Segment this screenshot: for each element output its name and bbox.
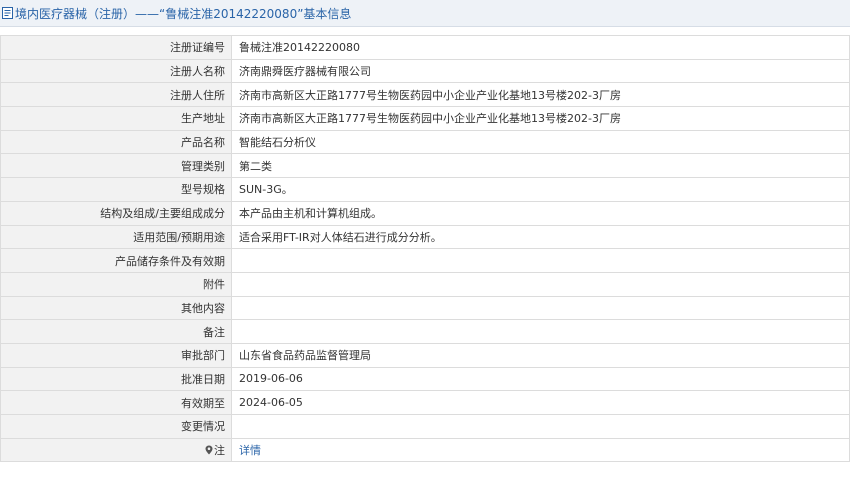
row-label: 变更情况 <box>0 414 232 439</box>
row-label: 备注 <box>0 319 232 344</box>
row-label: 批准日期 <box>0 366 232 392</box>
table-row: 注册人住所 济南市高新区大正路1777号生物医药园中小企业产业化基地13号楼202… <box>0 82 850 108</box>
row-label: 生产地址 <box>0 106 232 131</box>
note-label: 注 <box>214 444 225 458</box>
row-value: 适合采用FT-IR对人体结石进行成分分析。 <box>231 224 850 250</box>
note-row: 注 详情 <box>0 437 850 463</box>
row-label: 型号规格 <box>0 177 232 202</box>
row-label: 审批部门 <box>0 342 232 368</box>
page-title: 境内医疗器械（注册）——“鲁械注准20142220080”基本信息 <box>15 6 352 21</box>
row-value: 2019-06-06 <box>231 366 850 392</box>
row-value: 2024-06-05 <box>231 390 850 415</box>
table-row: 型号规格 SUN-3G。 <box>0 177 850 202</box>
table-row: 备注 <box>0 319 850 344</box>
row-label: 产品名称 <box>0 129 232 155</box>
row-value: SUN-3G。 <box>231 177 850 202</box>
row-value: 山东省食品药品监督管理局 <box>231 342 850 368</box>
table-row: 变更情况 <box>0 414 850 439</box>
table-row: 批准日期 2019-06-06 <box>0 366 850 392</box>
table-row: 适用范围/预期用途 适合采用FT-IR对人体结石进行成分分析。 <box>0 224 850 250</box>
row-label: 附件 <box>0 271 232 297</box>
table-row: 生产地址 济南市高新区大正路1777号生物医药园中小企业产业化基地13号楼202-… <box>0 106 850 131</box>
table-row: 产品储存条件及有效期 <box>0 248 850 273</box>
row-label: 产品储存条件及有效期 <box>0 248 232 273</box>
row-value: 第二类 <box>231 153 850 179</box>
row-value <box>231 271 850 297</box>
table-row: 管理类别 第二类 <box>0 153 850 179</box>
row-value: 济南市高新区大正路1777号生物医药园中小企业产业化基地13号楼202-3厂房 <box>231 106 850 131</box>
row-label: 有效期至 <box>0 390 232 415</box>
row-value: 本产品由主机和计算机组成。 <box>231 200 850 226</box>
row-label: 注册人名称 <box>0 58 232 84</box>
row-value: 鲁械注准20142220080 <box>231 35 850 60</box>
table-row: 附件 <box>0 271 850 297</box>
table-row: 其他内容 <box>0 295 850 321</box>
table-row: 注册证编号 鲁械注准20142220080 <box>0 35 850 60</box>
row-label: 注册人住所 <box>0 82 232 108</box>
table-row: 审批部门 山东省食品药品监督管理局 <box>0 342 850 368</box>
row-label: 管理类别 <box>0 153 232 179</box>
row-label: 其他内容 <box>0 295 232 321</box>
note-label-cell: 注 <box>0 437 232 463</box>
row-value <box>231 414 850 439</box>
row-value: 智能结石分析仪 <box>231 129 850 155</box>
row-value <box>231 295 850 321</box>
row-label: 适用范围/预期用途 <box>0 224 232 250</box>
row-value: 济南市高新区大正路1777号生物医药园中小企业产业化基地13号楼202-3厂房 <box>231 82 850 108</box>
basic-info-table: 注册证编号 鲁械注准20142220080 注册人名称 济南鼎舜医疗器械有限公司 注册人… <box>0 35 850 463</box>
details-link[interactable]: 详情 <box>239 444 261 457</box>
table-row: 注册人名称 济南鼎舜医疗器械有限公司 <box>0 58 850 84</box>
table-row: 有效期至 2024-06-05 <box>0 390 850 415</box>
row-value <box>231 248 850 273</box>
row-label: 注册证编号 <box>0 35 232 60</box>
table-row: 结构及组成/主要组成成分 本产品由主机和计算机组成。 <box>0 200 850 226</box>
table-row: 产品名称 智能结石分析仪 <box>0 129 850 155</box>
row-label: 结构及组成/主要组成成分 <box>0 200 232 226</box>
title-bar: 境内医疗器械（注册）——“鲁械注准20142220080”基本信息 <box>0 0 850 27</box>
row-value <box>231 319 850 344</box>
document-icon <box>2 7 13 19</box>
location-pin-icon <box>205 445 213 455</box>
note-value-cell: 详情 <box>231 437 850 463</box>
row-value: 济南鼎舜医疗器械有限公司 <box>231 58 850 84</box>
